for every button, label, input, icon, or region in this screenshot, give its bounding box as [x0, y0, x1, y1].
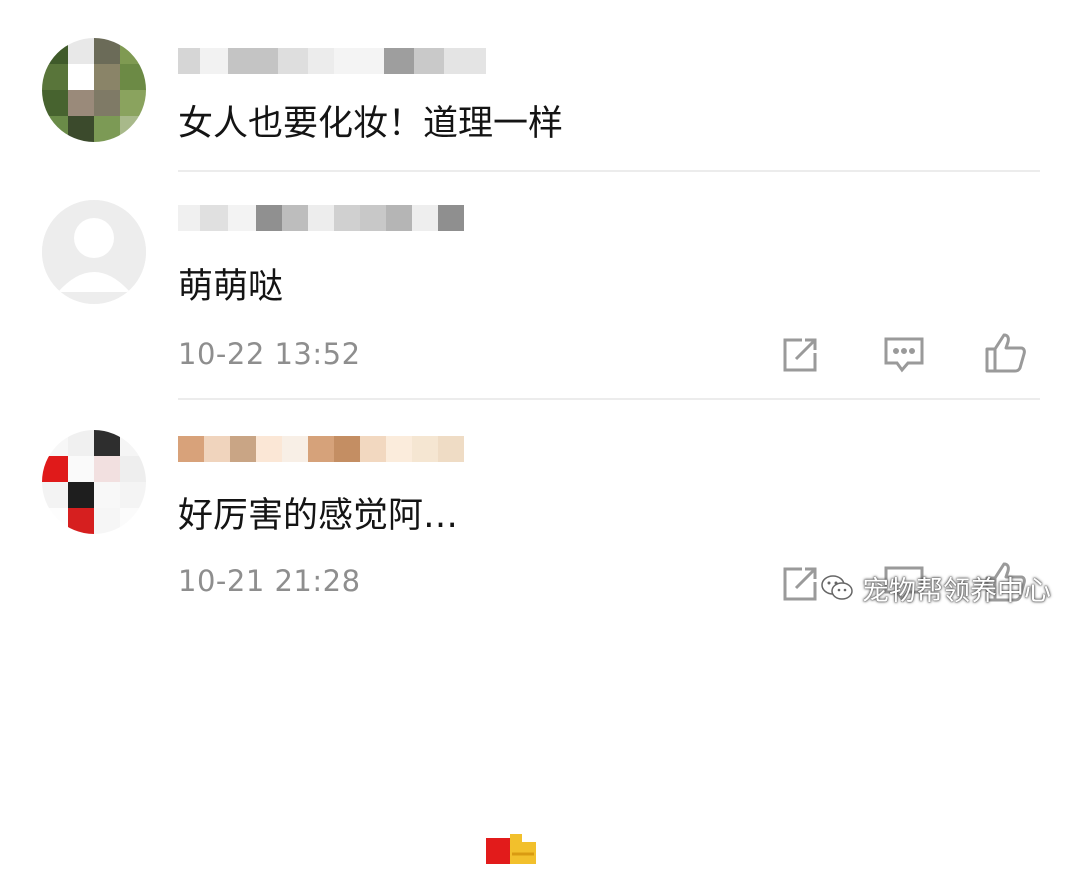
- comment-text: 好厉害的感觉阿…: [178, 496, 459, 536]
- comment-text: 女人也要化妆！道理一样: [178, 104, 564, 144]
- comment-item: 女人也要化妆！道理一样: [0, 0, 1080, 175]
- comment-item: 萌萌哒 10-22 13:52: [0, 175, 1080, 400]
- share-icon: [783, 338, 817, 372]
- reply-button[interactable]: [880, 331, 928, 379]
- member-badge-icon: [486, 834, 536, 864]
- divider: [178, 170, 1040, 172]
- avatar[interactable]: [42, 200, 146, 304]
- comment-icon: [884, 337, 924, 373]
- avatar[interactable]: [42, 430, 146, 534]
- comment-list: 女人也要化妆！道理一样 萌萌哒 10-22 13:52 好厉害的感觉阿… 10-…: [0, 0, 1080, 864]
- username-redacted: [178, 434, 464, 464]
- default-user-avatar-icon: [42, 200, 146, 304]
- username-redacted: [178, 46, 486, 76]
- comment-timestamp: 10-21 21:28: [178, 564, 361, 598]
- comment-timestamp: 10-22 13:52: [178, 337, 361, 371]
- comment-text: 萌萌哒: [178, 267, 284, 307]
- share-button[interactable]: [776, 331, 824, 379]
- avatar[interactable]: [42, 38, 146, 142]
- watermark: 宠物帮领养中心: [820, 566, 1051, 610]
- mosaic-avatar-icon: [42, 38, 146, 142]
- username-redacted: [178, 203, 464, 233]
- thumbs-up-icon: [985, 333, 1026, 373]
- share-icon: [783, 567, 817, 601]
- mosaic-avatar-icon: [42, 430, 146, 534]
- watermark-text: 宠物帮领养中心: [862, 575, 1051, 607]
- like-button[interactable]: [982, 329, 1030, 377]
- share-button[interactable]: [776, 560, 824, 608]
- wechat-icon: [821, 575, 853, 600]
